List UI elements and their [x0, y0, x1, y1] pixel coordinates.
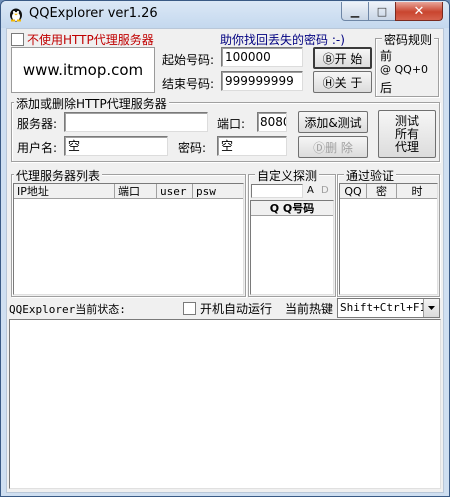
logo-text: www.itmop.com [22, 61, 144, 79]
test-all-proxies-button[interactable]: 测试 所有 代理 [378, 110, 436, 158]
port-input[interactable]: 8080 [257, 112, 287, 132]
test-all-line1: 测试 [394, 113, 419, 128]
about-button[interactable]: Ⓗ关 于 [313, 71, 372, 93]
minimize-icon: ▁ [350, 4, 360, 18]
username-input[interactable]: 空 [64, 136, 168, 156]
custom-probe-list[interactable]: Q Q号码 [250, 200, 334, 295]
column-password[interactable]: 密 [367, 184, 397, 199]
port-label: 端口: [217, 117, 246, 131]
delete-button[interactable]: Ⓓ删 除 [298, 136, 368, 158]
probe-delete-label[interactable]: D [321, 185, 329, 196]
maximize-button[interactable]: □ [368, 2, 396, 21]
column-ip[interactable]: IP地址 [14, 184, 115, 199]
password-help-link[interactable]: 助你找回丢失的密码 :-) [220, 31, 345, 48]
column-psw[interactable]: psw [193, 184, 243, 199]
hotkey-value: Shift+Ctrl+F1 [340, 301, 427, 314]
hotkey-label: 当前热键 [285, 302, 334, 316]
no-proxy-label: 不使用HTTP代理服务器 [27, 33, 154, 47]
rule-suffix: 后 [380, 81, 393, 95]
column-qq[interactable]: QQ [340, 184, 367, 199]
close-button[interactable]: ✕ [395, 2, 443, 21]
window-title: QQExplorer ver1.26 [29, 6, 158, 21]
proxy-list[interactable]: IP地址 端口 user psw [13, 183, 244, 295]
maximize-icon: □ [376, 4, 388, 18]
custom-probe-input[interactable] [251, 184, 303, 198]
test-all-line2: 所有 [394, 126, 419, 141]
add-test-button[interactable]: 添加&测试 [298, 111, 368, 133]
password-label: 密码: [178, 141, 207, 155]
start-number-input[interactable]: 100000 [221, 47, 303, 67]
end-number-label: 结束号码: [162, 77, 215, 91]
no-proxy-checkbox[interactable] [11, 33, 24, 46]
password-rules-title: 密码规则 [382, 31, 435, 48]
verified-group: 通过验证 QQ 密 时 [337, 167, 440, 297]
minimize-button[interactable]: ▁ [341, 2, 369, 21]
proxy-list-title: 代理服务器列表 [14, 167, 103, 184]
server-label: 服务器: [17, 117, 58, 131]
column-port[interactable]: 端口 [115, 184, 157, 199]
username-label: 用户名: [17, 141, 58, 155]
verified-title: 通过验证 [344, 167, 397, 184]
status-log-area[interactable] [9, 319, 441, 489]
custom-probe-group: 自定义探测 A D Q Q号码 [248, 167, 336, 297]
rule-prefix: 前 [380, 49, 393, 63]
status-label: QQExplorer当前状态: [9, 303, 126, 316]
main-panel: 不使用HTTP代理服务器 助你找回丢失的密码 :-) www.itmop.com… [6, 28, 444, 493]
verified-list[interactable]: QQ 密 时 [339, 183, 438, 295]
probe-add-label[interactable]: A [307, 185, 314, 196]
custom-probe-title: 自定义探测 [255, 167, 320, 184]
close-icon: ✕ [413, 3, 425, 19]
password-rules-group: 密码规则 前 @ QQ+0 后 [375, 31, 439, 97]
proxy-list-group: 代理服务器列表 IP地址 端口 user psw [11, 167, 246, 297]
start-button[interactable]: Ⓑ开 始 [313, 47, 372, 69]
autorun-label: 开机自动运行 [200, 302, 273, 316]
end-number-input[interactable]: 999999999 [221, 71, 303, 91]
title-bar[interactable]: QQExplorer ver1.26 ▁ □ ✕ [1, 1, 449, 28]
server-input[interactable] [64, 112, 208, 132]
proxy-edit-title: 添加或删除HTTP代理服务器 [14, 95, 169, 112]
rule-qq-plus-zero: @ QQ+0 [380, 63, 429, 76]
column-time[interactable]: 时 [397, 184, 437, 199]
hotkey-dropdown-button[interactable] [423, 299, 439, 317]
column-user[interactable]: user [157, 184, 193, 199]
start-number-label: 起始号码: [162, 53, 215, 67]
autorun-checkbox[interactable] [183, 302, 196, 315]
password-input[interactable]: 空 [217, 136, 287, 156]
column-qq-number[interactable]: Q Q号码 [251, 201, 333, 216]
hotkey-select[interactable]: Shift+Ctrl+F1 [337, 298, 440, 318]
logo-panel: www.itmop.com [11, 47, 155, 93]
test-all-line3: 代理 [394, 139, 419, 154]
chevron-down-icon [428, 306, 435, 310]
proxy-edit-group: 添加或删除HTTP代理服务器 服务器: 端口: 8080 添加&测试 用户名: … [11, 95, 440, 162]
penguin-icon [10, 8, 22, 22]
app-window: QQExplorer ver1.26 ▁ □ ✕ 不使用HTTP代理服务器 助你… [0, 0, 450, 497]
